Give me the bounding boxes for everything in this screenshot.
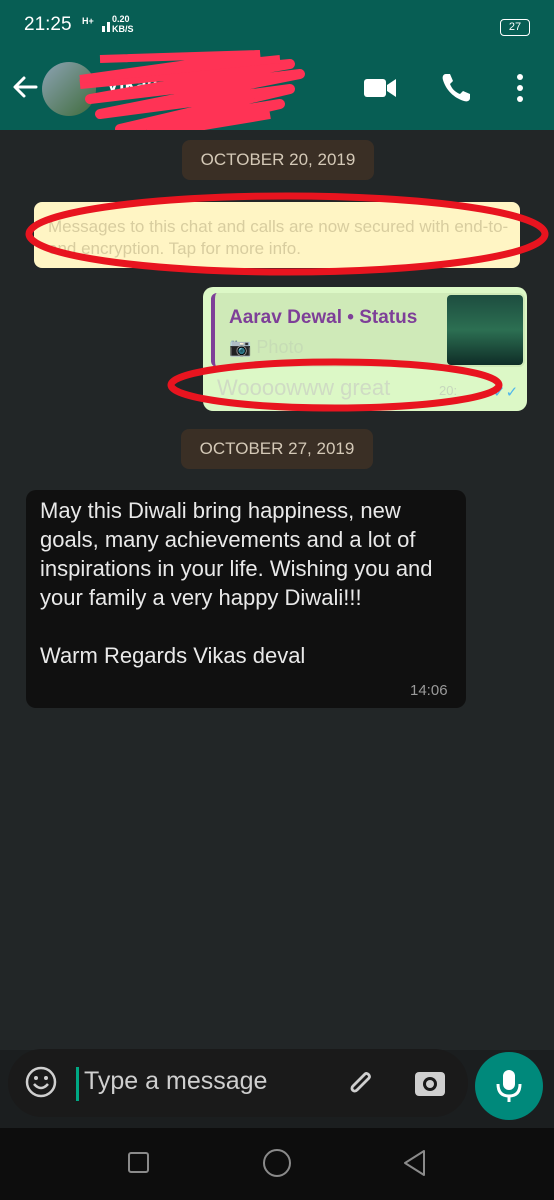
microphone-icon	[496, 1070, 522, 1102]
speed-unit: KB/S	[112, 24, 134, 34]
home-icon[interactable]	[262, 1148, 292, 1178]
nav-back-icon[interactable]	[400, 1148, 430, 1178]
back-arrow-icon[interactable]	[10, 72, 40, 102]
system-nav-bar	[0, 1128, 554, 1200]
red-annotation-oval	[25, 192, 549, 276]
more-options-icon[interactable]	[504, 70, 540, 106]
speed-value: 0.20	[112, 14, 130, 24]
recent-apps-icon[interactable]	[126, 1150, 152, 1176]
status-time: 21:25	[24, 14, 72, 35]
network-type: H+	[82, 16, 94, 26]
message-signature: Warm Regards Vikas deval	[40, 643, 306, 668]
message-text: May this Diwali bring happiness, new goa…	[40, 496, 454, 670]
attach-icon[interactable]	[344, 1065, 380, 1101]
message-body: May this Diwali bring happiness, new goa…	[40, 498, 433, 610]
voice-call-icon[interactable]	[438, 70, 474, 106]
date-divider: OCTOBER 27, 2019	[181, 429, 373, 469]
message-input[interactable]: Type a message	[84, 1067, 267, 1096]
incoming-message[interactable]: May this Diwali bring happiness, new goa…	[26, 490, 466, 708]
battery-level: 27	[508, 21, 522, 33]
quoted-author: Aarav Dewal • Status	[229, 307, 418, 328]
red-annotation-oval	[167, 358, 503, 412]
date-divider: OCTOBER 20, 2019	[182, 140, 374, 180]
network-speed: 0.20 KB/S	[112, 14, 134, 34]
quoted-photo-thumbnail	[447, 295, 523, 365]
camera-icon[interactable]	[412, 1065, 448, 1101]
text-cursor	[76, 1067, 79, 1101]
battery-icon: 27	[500, 19, 530, 36]
voice-message-button[interactable]	[475, 1052, 543, 1120]
message-input-bar: Type a message	[8, 1049, 468, 1117]
chat-header: Vikas deval	[0, 44, 554, 134]
redaction-scribble	[79, 50, 305, 134]
message-time: 14:06	[410, 682, 448, 699]
status-bar: 21:25 H+ 0.20 KB/S 27	[0, 0, 554, 44]
video-call-icon[interactable]	[362, 70, 398, 106]
emoji-icon[interactable]	[24, 1065, 58, 1099]
quoted-subtitle: 📷 Photo	[229, 337, 304, 357]
